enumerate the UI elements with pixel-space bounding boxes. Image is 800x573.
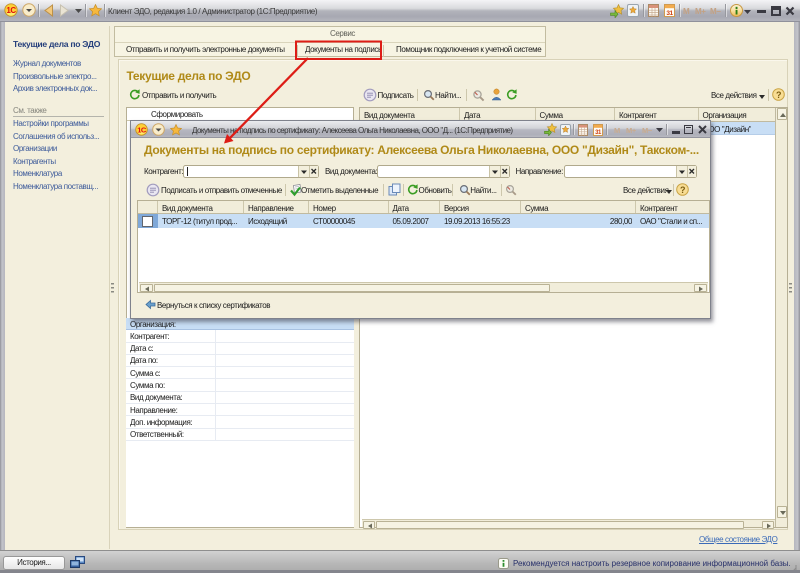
svg-text:1С: 1С [137, 125, 147, 134]
svg-text:1С: 1С [6, 6, 16, 15]
svg-text:31: 31 [666, 10, 673, 17]
svg-text:?: ? [680, 185, 685, 195]
svg-text:?: ? [776, 90, 781, 100]
